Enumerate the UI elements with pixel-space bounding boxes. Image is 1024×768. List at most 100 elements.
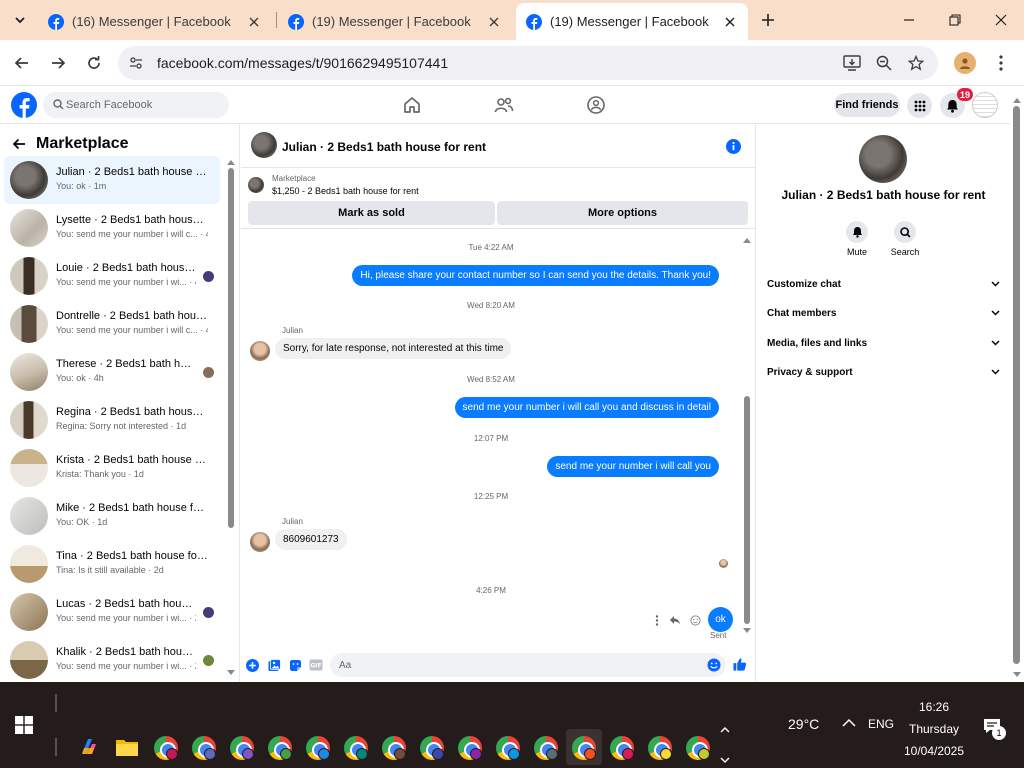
chat-name: Lucas · 2 Beds1 bath house for rent <box>56 598 196 610</box>
chat-info-avatar[interactable] <box>859 135 907 183</box>
copilot-icon[interactable] <box>78 736 100 758</box>
nav-groups[interactable] <box>585 94 607 116</box>
facebook-search-input[interactable] <box>66 96 221 114</box>
browser-tab-3-active[interactable]: (19) Messenger | Facebook <box>516 3 748 40</box>
chat-item-therese[interactable]: Therese · 2 Beds1 bath house for rent Yo… <box>4 348 220 396</box>
windows-start-icon[interactable] <box>15 716 33 734</box>
react-smiley-icon[interactable] <box>689 614 701 626</box>
attach-photo-button[interactable] <box>267 658 281 672</box>
more-actions-icon[interactable] <box>651 614 663 626</box>
more-actions-plus-button[interactable] <box>245 658 259 672</box>
media-files-links-row[interactable]: Media, files and links <box>767 332 1000 354</box>
chat-list-scrollbar-thumb[interactable] <box>228 168 234 528</box>
scroll-down-arrow-icon[interactable] <box>1013 672 1021 677</box>
message-input[interactable] <box>339 657 689 673</box>
sender-avatar[interactable] <box>250 341 270 361</box>
scroll-up-arrow-icon[interactable] <box>743 238 751 243</box>
mute-button[interactable]: Mute <box>837 221 877 257</box>
restore-button[interactable] <box>932 0 978 40</box>
back-button[interactable] <box>8 49 36 77</box>
chat-item-tina[interactable]: Tina · 2 Beds1 bath house for rent Tina:… <box>4 540 220 588</box>
chat-item-khalik[interactable]: Khalik · 2 Beds1 bath house for rent You… <box>4 636 220 682</box>
thread-scrollbar-thumb[interactable] <box>744 396 750 624</box>
menu-button[interactable] <box>907 93 932 118</box>
conversation-avatar[interactable] <box>251 132 277 158</box>
scroll-up-arrow-icon[interactable] <box>227 160 235 165</box>
chat-item-julian[interactable]: Julian · 2 Beds1 bath house for rent You… <box>4 156 220 204</box>
chat-members-row[interactable]: Chat members <box>767 302 1000 324</box>
mark-as-sold-button[interactable]: Mark as sold <box>248 201 495 225</box>
account-avatar[interactable] <box>972 92 998 118</box>
find-friends-button[interactable]: Find friends <box>834 93 900 117</box>
chevron-down-icon[interactable] <box>720 757 730 764</box>
close-tab-icon[interactable] <box>722 14 738 30</box>
conversation-title[interactable]: Julian · 2 Beds1 bath house for rent <box>282 140 486 154</box>
taskbar-overflow-scroller[interactable] <box>718 726 732 764</box>
system-clock[interactable]: 16:26 Thursday 10/04/2025 <box>898 696 970 762</box>
sticker-button[interactable] <box>288 658 302 672</box>
close-tab-icon[interactable] <box>246 14 262 30</box>
sender-avatar[interactable] <box>250 532 270 552</box>
chat-item-lucas[interactable]: Lucas · 2 Beds1 bath house for rent You:… <box>4 588 220 636</box>
listing-price-title[interactable]: $1,250 - 2 Beds1 bath house for rent <box>272 186 419 196</box>
facebook-search-box[interactable] <box>43 92 229 118</box>
new-tab-button[interactable] <box>756 8 780 32</box>
close-window-button[interactable] <box>978 0 1024 40</box>
emoji-icon[interactable] <box>707 658 721 672</box>
reply-icon[interactable] <box>669 614 681 626</box>
info-icon[interactable] <box>726 139 741 154</box>
file-explorer-icon[interactable] <box>116 738 138 756</box>
outgoing-message[interactable]: send me your number i will call you <box>547 456 719 477</box>
profile-avatar-button[interactable] <box>954 52 976 74</box>
facebook-logo-icon[interactable] <box>11 92 37 118</box>
minimize-button[interactable] <box>886 0 932 40</box>
site-info-button[interactable] <box>126 53 146 73</box>
incoming-message-phone[interactable]: 8609601273 <box>275 529 347 550</box>
close-tab-icon[interactable] <box>486 14 502 30</box>
browser-tab-2[interactable]: (19) Messenger | Facebook <box>278 3 512 40</box>
install-app-button[interactable] <box>842 53 862 73</box>
outgoing-message[interactable]: Hi, please share your contact number so … <box>352 265 719 286</box>
browser-tab-1[interactable]: (16) Messenger | Facebook <box>38 3 272 40</box>
scroll-down-arrow-icon[interactable] <box>743 628 751 633</box>
chevron-up-icon[interactable] <box>720 726 730 733</box>
privacy-support-row[interactable]: Privacy & support <box>767 361 1000 383</box>
omnibox[interactable]: facebook.com/messages/t/9016629495107441 <box>118 46 938 80</box>
page-scrollbar-thumb[interactable] <box>1013 106 1020 664</box>
page-scrollbar[interactable] <box>1010 96 1024 682</box>
weather-widget[interactable]: 29°C <box>788 716 819 732</box>
outgoing-message[interactable]: send me your number i will call you and … <box>454 397 719 418</box>
bookmark-button[interactable] <box>906 53 926 73</box>
chevron-up-icon[interactable] <box>842 718 856 728</box>
chat-list-scrollbar[interactable] <box>226 158 236 678</box>
search-in-chat-button[interactable]: Search <box>885 221 925 257</box>
message-input-box[interactable] <box>330 653 726 677</box>
nav-home[interactable] <box>401 94 423 116</box>
browser-menu-button[interactable] <box>990 52 1012 74</box>
like-button[interactable] <box>733 657 747 671</box>
incoming-message[interactable]: Sorry, for late response, not interested… <box>275 338 512 359</box>
listing-thumbnail[interactable] <box>248 177 264 193</box>
scroll-up-arrow-icon[interactable] <box>1013 98 1021 103</box>
chat-item-regina[interactable]: Regina · 2 Beds1 bath house for rent Reg… <box>4 396 220 444</box>
chat-name: Khalik · 2 Beds1 bath house for rent <box>56 646 196 658</box>
chat-item-louie[interactable]: Louie · 2 Beds1 bath house for rent You:… <box>4 252 220 300</box>
outgoing-message-ok[interactable]: ok <box>708 607 733 632</box>
chat-item-lysette[interactable]: Lysette · 2 Beds1 bath house for rent Yo… <box>4 204 220 252</box>
arrow-left-icon[interactable] <box>12 138 26 150</box>
gif-button[interactable]: GIF <box>309 658 323 672</box>
reload-button[interactable] <box>80 49 108 77</box>
chat-item-mike[interactable]: Mike · 2 Beds1 bath house for rent You: … <box>4 492 220 540</box>
language-indicator[interactable]: ENG <box>868 717 894 731</box>
url-text[interactable]: facebook.com/messages/t/9016629495107441 <box>157 55 448 71</box>
chat-item-krista[interactable]: Krista · 2 Beds1 bath house for rent Kri… <box>4 444 220 492</box>
zoom-button[interactable] <box>874 53 894 73</box>
nav-friends[interactable] <box>493 94 515 116</box>
more-options-button[interactable]: More options <box>497 201 748 225</box>
tab-search-button[interactable] <box>6 6 34 34</box>
customize-chat-row[interactable]: Customize chat <box>767 273 1000 295</box>
scroll-down-arrow-icon[interactable] <box>227 670 235 675</box>
chat-item-dontrelle[interactable]: Dontrelle · 2 Beds1 bath house for rent … <box>4 300 220 348</box>
forward-button[interactable] <box>44 49 72 77</box>
thread-scrollbar[interactable] <box>741 236 753 636</box>
